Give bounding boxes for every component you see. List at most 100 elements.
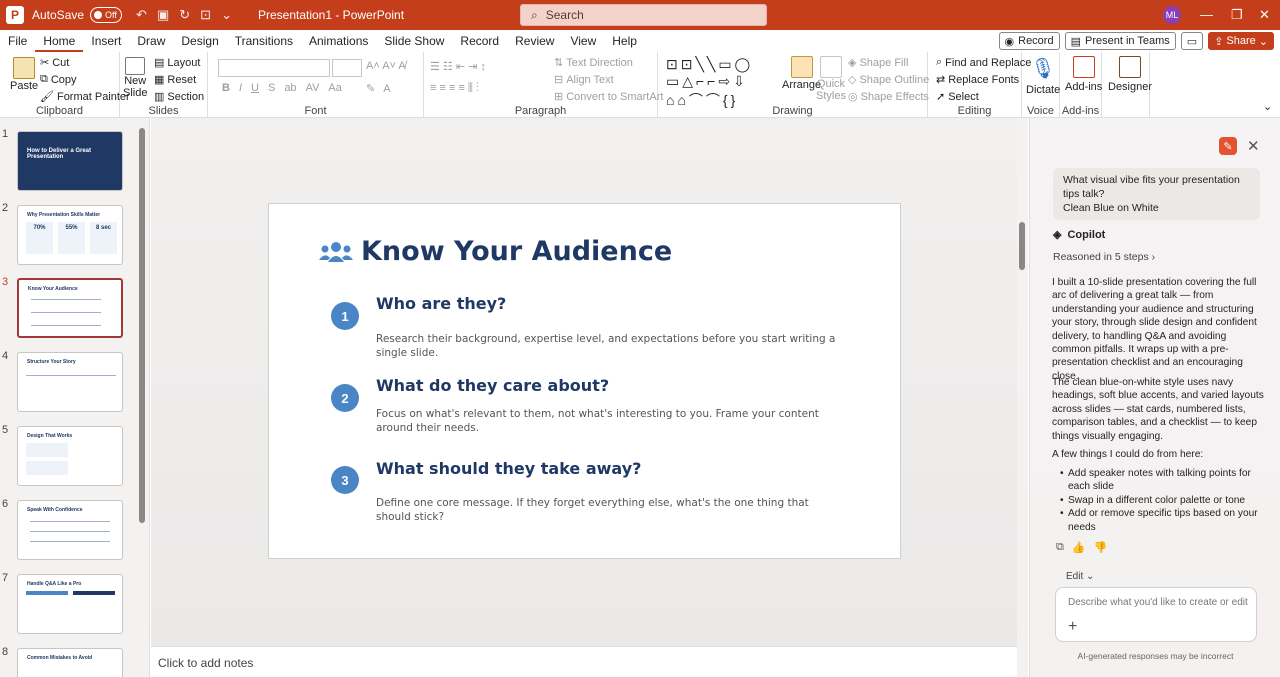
redo-icon[interactable]: ↻ bbox=[179, 7, 190, 23]
paste-button[interactable]: Paste bbox=[10, 57, 38, 92]
search-box[interactable]: ⌕ Search bbox=[520, 4, 767, 26]
present-icon[interactable]: ⊡ bbox=[200, 7, 211, 23]
item-body[interactable]: Research their background, expertise lev… bbox=[376, 332, 846, 360]
tab-slide-show[interactable]: Slide Show bbox=[376, 30, 452, 52]
convert-smartart-button[interactable]: ⊞ Convert to SmartArt bbox=[554, 90, 663, 104]
comments-button[interactable]: ▭ bbox=[1180, 32, 1204, 50]
thumbnail-slide-5[interactable]: Design That Works bbox=[17, 426, 123, 486]
align-text-button[interactable]: ⊟ Align Text bbox=[554, 73, 614, 87]
scrollbar-thumb[interactable] bbox=[1019, 222, 1025, 270]
customize-qat-icon[interactable]: ⌄ bbox=[221, 7, 232, 23]
thumb-card bbox=[26, 443, 68, 457]
font-family-select[interactable] bbox=[218, 59, 330, 77]
thumbnail-slide-7[interactable]: Handle Q&A Like a Pro bbox=[17, 574, 123, 634]
prompt-input[interactable]: Describe what you'd like to create or ed… bbox=[1055, 587, 1257, 642]
share-button[interactable]: ⇪ Share ⌄ bbox=[1208, 32, 1274, 50]
shape-fill-button[interactable]: ◈ Shape Fill bbox=[848, 56, 908, 70]
item-heading[interactable]: Who are they? bbox=[376, 294, 506, 313]
edit-dropdown[interactable]: Edit ⌄ bbox=[1066, 571, 1094, 582]
user-avatar[interactable]: ML bbox=[1163, 6, 1181, 24]
title-bar: P AutoSave Off ↶ ▣ ↻ ⊡ ⌄ Presentation1 -… bbox=[0, 0, 1280, 30]
addins-button[interactable]: Add-ins bbox=[1065, 56, 1102, 93]
item-body[interactable]: Define one core message. If they forget … bbox=[376, 496, 846, 524]
undo-icon[interactable]: ↶ bbox=[136, 7, 147, 23]
tab-draw[interactable]: Draw bbox=[129, 30, 173, 52]
list-buttons[interactable]: ☰ ☷ ⇤ ⇥ ↕ bbox=[430, 60, 486, 73]
tab-insert[interactable]: Insert bbox=[83, 30, 129, 52]
ribbon: Paste ✂ Cut ⧉ Copy 🖌 Format Painter Clipboa… bbox=[0, 52, 1280, 118]
item-heading[interactable]: What should they take away? bbox=[376, 459, 641, 478]
text-direction-button[interactable]: ⇅ Text Direction bbox=[554, 56, 633, 70]
autosave-switch[interactable]: Off bbox=[90, 7, 123, 23]
thumbs-down-icon[interactable]: 👎 bbox=[1094, 541, 1108, 554]
paragraph-label: Paragraph bbox=[514, 105, 567, 117]
font-color-icon: A bbox=[383, 82, 391, 95]
tab-file[interactable]: File bbox=[0, 30, 35, 52]
layout-button[interactable]: ▤ Layout bbox=[154, 56, 200, 70]
minimize-icon[interactable]: — bbox=[1200, 7, 1213, 22]
tab-help[interactable]: Help bbox=[604, 30, 645, 52]
current-slide[interactable]: Know Your Audience 1 Who are they? Resea… bbox=[268, 203, 901, 559]
thumbnail-slide-1[interactable]: How to Deliver a Great Presentation bbox=[17, 131, 123, 191]
notes-pane[interactable]: Click to add notes bbox=[151, 646, 1017, 677]
addins-button-label: Add-ins bbox=[1065, 81, 1103, 93]
outline-icon: ◇ bbox=[848, 74, 857, 86]
tab-view[interactable]: View bbox=[562, 30, 604, 52]
font-size-controls[interactable]: A˄ A˅ A̸ bbox=[366, 60, 406, 72]
thumbnail-slide-2[interactable]: Why Presentation Skills Matter 70% 55% 8… bbox=[17, 205, 123, 265]
autosave-toggle[interactable]: AutoSave Off bbox=[32, 7, 123, 23]
tab-transitions[interactable]: Transitions bbox=[227, 30, 301, 52]
replace-fonts-button[interactable]: ⇄ Replace Fonts bbox=[936, 73, 1019, 87]
restore-icon[interactable]: ❐ bbox=[1231, 7, 1243, 23]
record-icon: ◉ bbox=[1004, 35, 1015, 48]
copy-button[interactable]: ⧉ Copy bbox=[40, 73, 77, 86]
format-painter-button[interactable]: 🖌 Format Painter bbox=[40, 90, 130, 104]
find-replace-button[interactable]: ⌕ Find and Replace bbox=[936, 56, 1031, 69]
quick-access-toolbar: ↶ ▣ ↻ ⊡ ⌄ bbox=[136, 7, 232, 23]
tab-animations[interactable]: Animations bbox=[301, 30, 376, 52]
thumbnail-scrollbar[interactable] bbox=[139, 128, 145, 523]
close-pane-button[interactable]: ✕ bbox=[1247, 137, 1260, 155]
dictate-button[interactable]: 🎙 Dictate bbox=[1026, 56, 1060, 96]
thumbnail-slide-3[interactable]: Know Your Audience bbox=[17, 278, 123, 338]
tab-record[interactable]: Record bbox=[452, 30, 507, 52]
cut-button[interactable]: ✂ Cut bbox=[40, 56, 69, 70]
teams-icon: ▤ bbox=[1070, 35, 1081, 48]
tab-review[interactable]: Review bbox=[507, 30, 562, 52]
tab-design[interactable]: Design bbox=[173, 30, 226, 52]
reset-button[interactable]: ▦ Reset bbox=[154, 73, 196, 87]
save-icon[interactable]: ▣ bbox=[157, 7, 169, 23]
shape-outline-button[interactable]: ◇ Shape Outline bbox=[848, 73, 929, 87]
section-label: Section bbox=[167, 90, 205, 103]
thumbnail-slide-4[interactable]: Structure Your Story bbox=[17, 352, 123, 412]
new-slide-button[interactable]: New Slide bbox=[123, 57, 147, 99]
attach-plus-icon[interactable]: + bbox=[1068, 618, 1077, 636]
font-format-buttons[interactable]: B I U Sab AV Aa bbox=[222, 82, 342, 94]
copy-icon[interactable]: ⧉ bbox=[1056, 541, 1064, 554]
select-button[interactable]: ➚ Select bbox=[936, 90, 979, 104]
alignment-buttons[interactable]: ≡ ≡ ≡ ≡ ⫼ ⋮ bbox=[430, 82, 479, 95]
new-chat-button[interactable]: ✎ bbox=[1219, 137, 1237, 155]
thumbnail-slide-8[interactable]: Common Mistakes to Avoid bbox=[17, 648, 123, 677]
record-button[interactable]: ◉ Record bbox=[998, 32, 1060, 50]
font-color-buttons[interactable]: ✎ A bbox=[366, 82, 391, 96]
thumb-line bbox=[31, 325, 101, 326]
thumbnail-slide-6[interactable]: Speak With Confidence bbox=[17, 500, 123, 560]
close-icon[interactable]: ✕ bbox=[1259, 7, 1270, 23]
present-in-teams-button[interactable]: ▤ Present in Teams bbox=[1064, 32, 1176, 50]
designer-button[interactable]: Designer bbox=[1108, 56, 1152, 93]
collapse-ribbon-icon[interactable]: ⌄ bbox=[1263, 100, 1272, 113]
shape-effects-button[interactable]: ◎ Shape Effects bbox=[848, 90, 929, 104]
thumbs-up-icon[interactable]: 👍 bbox=[1072, 541, 1086, 554]
font-size-select[interactable] bbox=[332, 59, 362, 77]
tab-home[interactable]: Home bbox=[35, 30, 84, 52]
item-heading[interactable]: What do they care about? bbox=[376, 376, 609, 395]
reasoned-steps-toggle[interactable]: Reasoned in 5 steps › bbox=[1053, 251, 1155, 263]
clipboard-group: Paste ✂ Cut ⧉ Copy 🖌 Format Painter Clipboa… bbox=[0, 52, 130, 118]
shapes-gallery[interactable]: ⊡⊡╲╲▭◯ ▭△⌐⌐⇨⇩ ⌂⌂⌒⌒{} bbox=[666, 56, 753, 110]
item-body[interactable]: Focus on what's relevant to them, not wh… bbox=[376, 407, 846, 435]
quick-styles-button[interactable]: Quick Styles bbox=[816, 56, 846, 102]
slide-title[interactable]: Know Your Audience bbox=[361, 236, 672, 267]
slide-scrollbar[interactable] bbox=[1017, 118, 1028, 677]
section-button[interactable]: ▥ Section bbox=[154, 90, 205, 104]
